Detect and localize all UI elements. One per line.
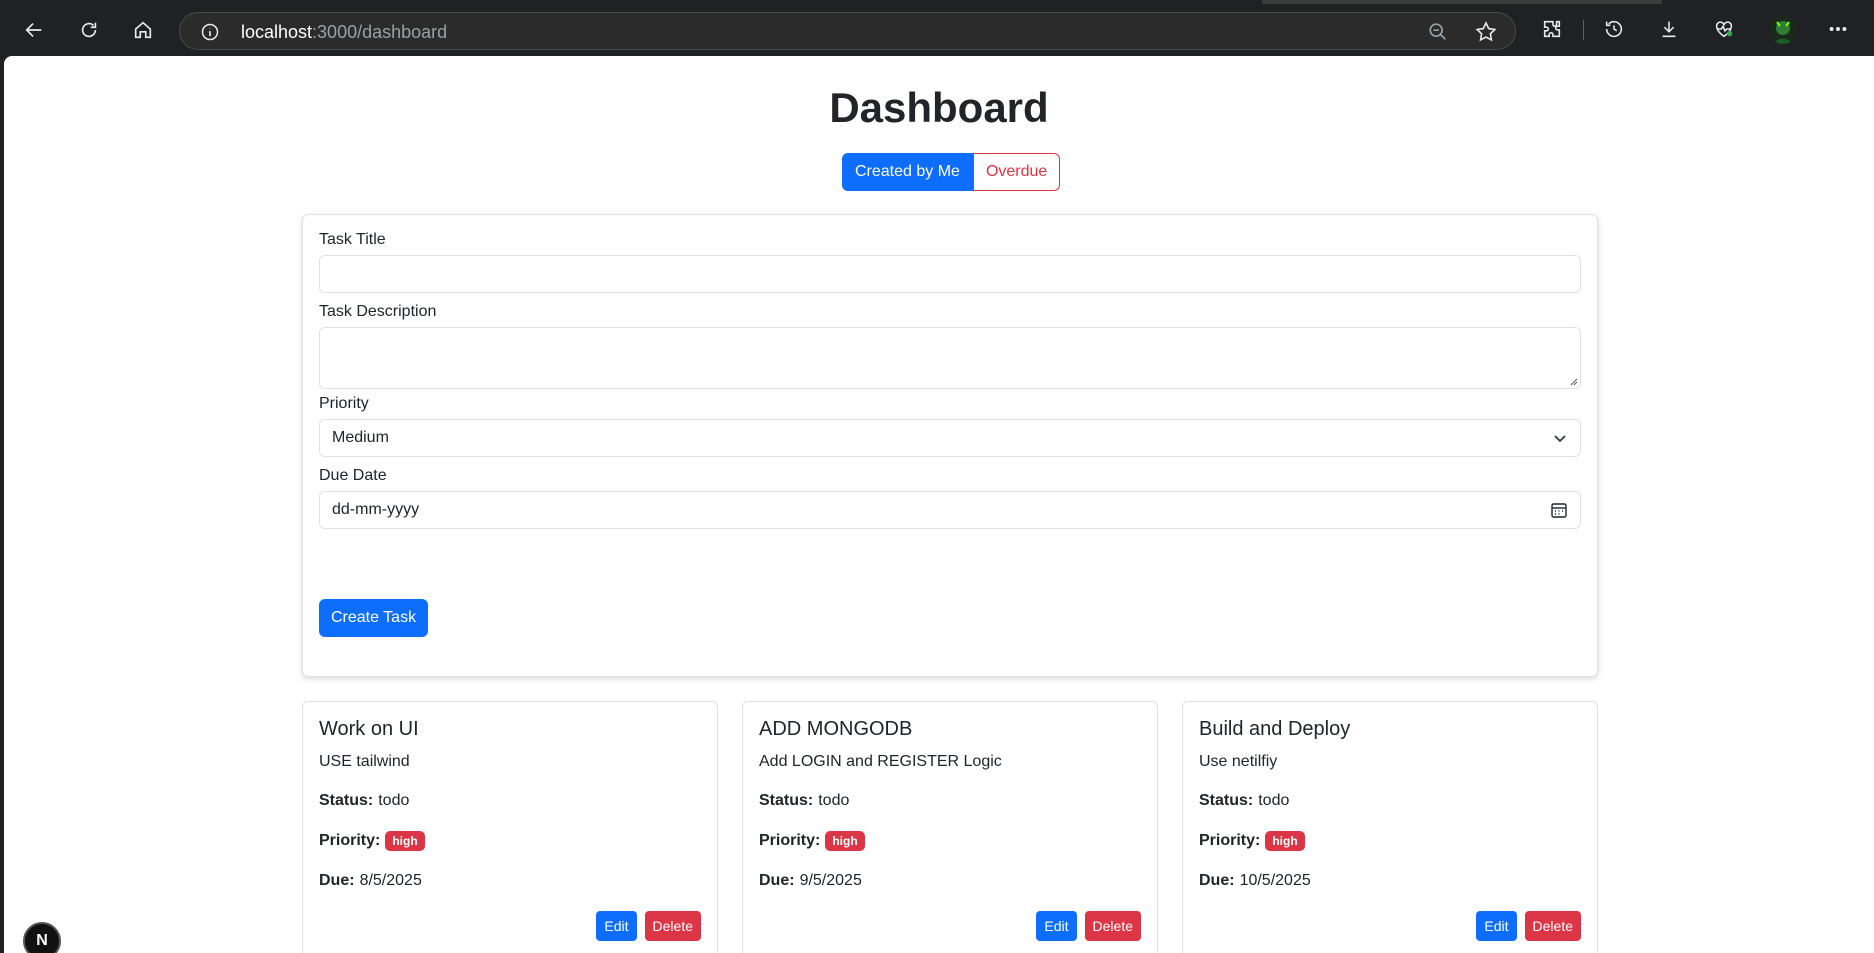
more-icon [1829,27,1847,31]
priority-badge: high [1265,831,1305,851]
download-icon [1662,21,1676,38]
zoom-out-icon[interactable] [1427,21,1449,43]
task-due-date: 8/5/2025 [359,872,422,889]
edit-button[interactable]: Edit [1476,911,1517,941]
task-status: todo [1258,792,1290,809]
delete-button[interactable]: Delete [1524,911,1581,941]
task-status-row: Status: todo [319,792,409,810]
calendar-icon[interactable] [1550,501,1568,519]
priority-badge: high [825,831,865,851]
delete-button[interactable]: Delete [644,911,701,941]
toolbar-divider [1583,20,1584,40]
browser-toolbar: localhost:3000/dashboard [0,0,1874,56]
page-title: Dashboard [829,84,1049,131]
priority-label: Priority: [759,832,821,849]
task-title: Build and Deploy [1199,718,1351,740]
reload-button[interactable] [74,15,104,45]
task-priority-row: Priority: high [1199,831,1305,851]
more-button[interactable] [1824,15,1852,43]
filter-button-group: Created by Me Overdue [842,153,1061,191]
status-label: Status: [1199,792,1254,809]
home-button[interactable] [128,15,158,45]
star-icon[interactable] [1474,20,1498,44]
downloads-button[interactable] [1655,15,1683,43]
health-button[interactable] [1710,15,1738,43]
history-icon [1605,20,1623,38]
task-title: ADD MONGODB [759,718,913,740]
delete-button[interactable]: Delete [1084,911,1141,941]
profile-avatar[interactable] [1769,16,1797,44]
task-status-row: Status: todo [1199,792,1289,810]
created-by-me-button[interactable]: Created by Me [842,153,973,191]
nextjs-dev-indicator[interactable]: N [23,922,61,953]
due-date-label: Due Date [319,467,387,484]
reload-icon [81,22,97,38]
task-description: Use netilfiy [1199,753,1278,770]
task-description-textarea[interactable] [319,327,1581,389]
status-label: Status: [319,792,374,809]
task-actions: Edit Delete [1036,911,1141,941]
edit-button[interactable]: Edit [1036,911,1077,941]
task-title-label: Task Title [319,231,386,248]
page-viewport: Dashboard Created by Me Overdue Task Tit… [4,56,1874,953]
extensions-button[interactable] [1538,15,1566,43]
task-actions: Edit Delete [1476,911,1581,941]
edit-button[interactable]: Edit [596,911,637,941]
home-icon [134,21,152,39]
task-priority-row: Priority: high [759,831,865,851]
due-date-input[interactable]: dd-mm-yyyy [319,491,1581,529]
tab-strip [0,0,1874,4]
address-bar[interactable]: localhost:3000/dashboard [179,12,1516,50]
url-host: localhost [241,22,313,42]
create-task-form: Task Title Task Description Priority Med… [302,214,1598,677]
task-card: Build and Deploy Use netilfiy Status: tod… [1182,701,1598,953]
task-due-date: 10/5/2025 [1239,872,1311,889]
url-path: :3000/dashboard [312,22,448,42]
tab-indicator [1262,0,1662,4]
info-icon[interactable] [200,22,220,42]
task-priority-row: Priority: high [319,831,425,851]
due-label: Due: [319,872,355,889]
priority-badge: high [385,831,425,851]
history-button[interactable] [1600,15,1628,43]
task-due-row: Due: 8/5/2025 [319,872,422,890]
task-status: todo [378,792,410,809]
task-due-row: Due: 10/5/2025 [1199,872,1311,890]
priority-selected-value: Medium [332,429,389,446]
task-card: Work on UI USE tailwind Status: todo Prio… [302,701,718,953]
back-button[interactable] [19,15,49,45]
back-icon [25,22,42,38]
health-icon [1715,21,1733,38]
task-description: Add LOGIN and REGISTER Logic [759,753,1002,770]
resize-grip-icon[interactable] [1568,376,1578,386]
task-title-input[interactable] [319,255,1581,293]
url-text[interactable]: localhost:3000/dashboard [241,22,447,43]
due-label: Due: [759,872,795,889]
chevron-down-icon [1554,435,1566,443]
task-status-row: Status: todo [759,792,849,810]
task-due-date: 9/5/2025 [799,872,862,889]
due-label: Due: [1199,872,1235,889]
status-label: Status: [759,792,814,809]
task-card: ADD MONGODB Add LOGIN and REGISTER Logic… [742,701,1158,953]
extensions-icon [1543,20,1561,38]
create-task-button[interactable]: Create Task [319,599,429,637]
task-description-label: Task Description [319,303,437,320]
task-status: todo [818,792,850,809]
avatar-image [1769,16,1797,44]
priority-label: Priority: [1199,832,1261,849]
overdue-button[interactable]: Overdue [972,153,1061,191]
task-title: Work on UI [319,718,419,740]
due-date-placeholder: dd-mm-yyyy [332,501,420,518]
priority-select[interactable]: Medium [319,419,1581,457]
task-actions: Edit Delete [596,911,701,941]
priority-label: Priority [319,395,369,412]
priority-label: Priority: [319,832,381,849]
task-due-row: Due: 9/5/2025 [759,872,862,890]
task-description: USE tailwind [319,753,410,770]
